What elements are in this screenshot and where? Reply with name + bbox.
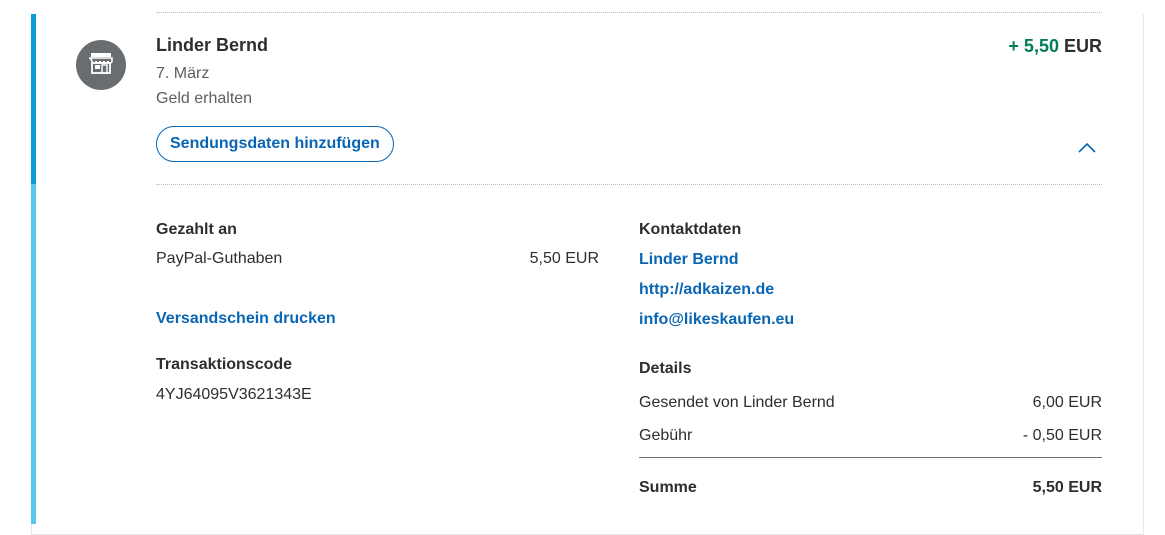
details-label: Details [639,360,692,377]
transaction-code-label: Transaktionscode [156,356,293,373]
detail-row-value: - 0,50 EUR [1022,427,1102,444]
transaction-status: Geld erhalten [156,90,253,107]
amount-value: + 5,50 [1008,36,1059,56]
total-label: Summe [639,479,697,496]
detail-row-value: 6,00 EUR [1032,394,1102,411]
accent-bar-header [31,14,36,184]
counterparty-name: Linder Bernd [156,35,269,55]
contact-email-link[interactable]: info@likeskaufen.eu [639,311,794,329]
detail-row-label: Gebühr [639,427,693,444]
payment-method-amount: 5,50 EUR [529,250,599,267]
contact-website-link[interactable]: http://adkaizen.de [639,281,774,299]
section-divider [156,184,1102,185]
contact-name-link[interactable]: Linder Bernd [639,251,739,269]
merchant-avatar [76,40,126,90]
amount-currency: EUR [1063,36,1102,56]
payment-method: PayPal-Guthaben [156,250,283,267]
transaction-amount: + 5,50 EUR [1008,36,1102,57]
chevron-up-icon[interactable] [1076,140,1098,154]
add-shipping-button[interactable]: Sendungsdaten hinzufügen [156,126,394,162]
print-label-link[interactable]: Versandschein drucken [156,310,336,328]
top-divider [156,12,1102,13]
accent-bar-details [31,184,36,524]
store-icon [88,52,113,79]
detail-row-label: Gesendet von Linder Bernd [639,394,835,411]
total-value: 5,50 EUR [1032,479,1102,496]
transaction-date: 7. März [156,65,210,82]
total-divider [639,457,1102,458]
paid-to-label: Gezahlt an [156,221,237,238]
transaction-code: 4YJ64095V3621343E [156,386,312,403]
contact-label: Kontaktdaten [639,221,742,238]
